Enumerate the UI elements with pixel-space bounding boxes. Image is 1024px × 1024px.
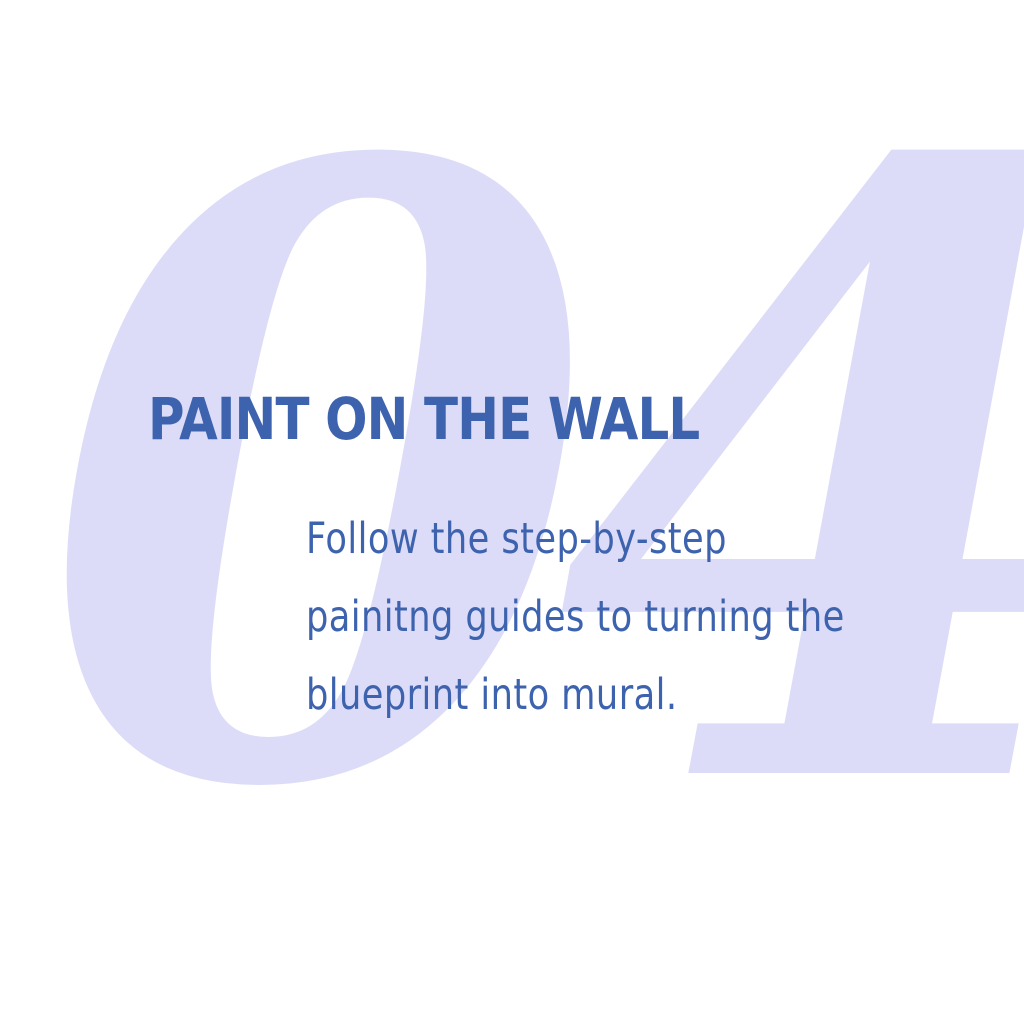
step-title: PAINT ON THE WALL bbox=[148, 385, 700, 453]
slide-canvas: 04 PAINT ON THE WALL Follow the step-by-… bbox=[0, 0, 1024, 1024]
description-line-1: Follow the step-by-step bbox=[306, 514, 727, 564]
description-line-2: painitng guides to turning the bbox=[306, 592, 845, 642]
step-number: 04 bbox=[40, 0, 1024, 972]
step-description: Follow the step-by-step painitng guides … bbox=[306, 500, 880, 734]
description-line-3: blueprint into mural. bbox=[306, 670, 678, 720]
